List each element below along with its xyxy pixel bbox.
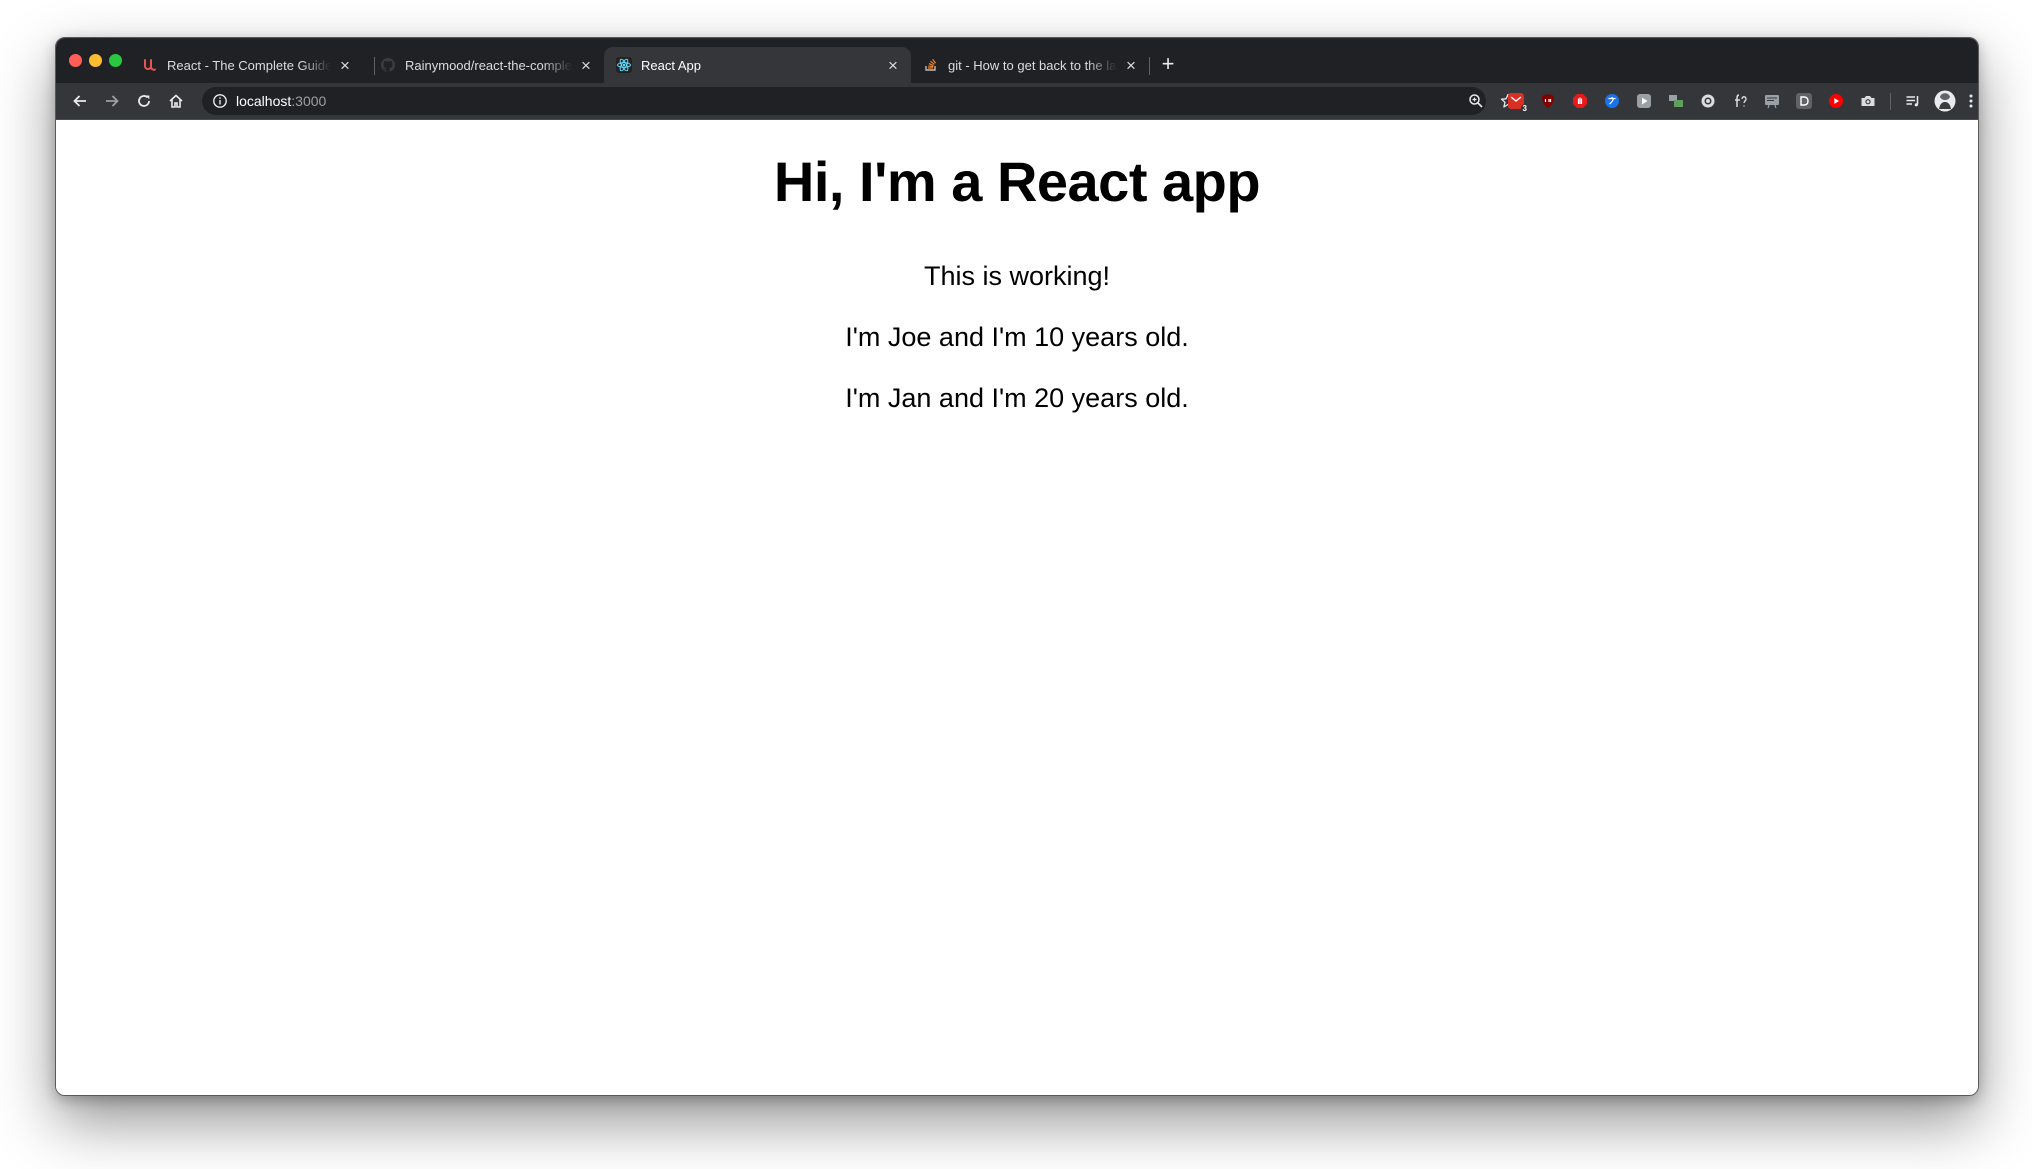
profile-avatar-button[interactable] [1933, 89, 1957, 113]
browser-menu-button[interactable] [1963, 89, 1978, 113]
d-extension-icon[interactable] [1796, 93, 1812, 109]
tab-title: Rainymood/react-the-complete-guide [405, 57, 572, 73]
tab-strip: React - The Complete Guide (incl Hooks, … [56, 38, 1978, 83]
translate-extension-icon[interactable] [1604, 93, 1620, 109]
video-extension-icon[interactable] [1636, 93, 1652, 109]
arrow-right-icon [106, 95, 119, 107]
close-icon[interactable]: × [578, 57, 594, 74]
address-port: :3000 [291, 93, 327, 109]
youtube-extension-icon[interactable] [1828, 93, 1844, 109]
screenshot-extension-icon[interactable] [1764, 93, 1780, 109]
status-text: This is working! [923, 261, 1111, 291]
close-window-button[interactable] [69, 54, 82, 67]
reload-button[interactable] [132, 89, 156, 113]
tab-udemy-react-course[interactable]: React - The Complete Guide (incl Hooks, … [130, 47, 363, 83]
info-icon[interactable] [212, 93, 228, 109]
tab-react-app[interactable]: React App × [604, 47, 911, 83]
close-icon[interactable]: × [337, 57, 353, 74]
reload-icon [138, 95, 150, 107]
home-button[interactable] [164, 89, 188, 113]
tab-manager-extension-icon[interactable] [1668, 93, 1684, 109]
person-line: I'm Joe and I'm 10 years old. [845, 322, 1189, 352]
maximize-window-button[interactable] [109, 54, 122, 67]
media-controls-button[interactable] [1901, 89, 1925, 113]
font-extension-icon[interactable] [1732, 93, 1748, 109]
person-line: I'm Jan and I'm 20 years old. [845, 383, 1189, 413]
close-icon[interactable]: × [885, 57, 901, 74]
ublock-extension-icon[interactable] [1540, 93, 1556, 109]
record-extension-icon[interactable] [1700, 93, 1716, 109]
tab-title: React - The Complete Guide (incl Hooks, … [167, 57, 331, 73]
forward-button[interactable] [100, 89, 124, 113]
new-tab-button[interactable]: + [1157, 53, 1179, 75]
udemy-icon [142, 57, 158, 73]
adblock-extension-icon[interactable] [1572, 93, 1588, 109]
gmail-checker-extension-icon[interactable]: 3 [1508, 93, 1529, 114]
arrow-left-icon [73, 95, 86, 107]
address-bar[interactable]: localhost:3000 [202, 87, 1516, 115]
playlist-icon [1906, 96, 1919, 107]
browser-toolbar: localhost:3000 3 [56, 83, 1978, 119]
zoom-icon[interactable] [1468, 93, 1484, 109]
camera-extension-icon[interactable] [1860, 93, 1876, 109]
extension-badge: 3 [1520, 104, 1529, 114]
home-icon [169, 94, 183, 108]
page-heading: Hi, I'm a React app [773, 150, 1261, 213]
minimize-window-button[interactable] [89, 54, 102, 67]
stackoverflow-icon [923, 57, 939, 73]
toolbar-divider [1890, 93, 1891, 110]
browser-window: React - The Complete Guide (incl Hooks, … [55, 37, 1979, 1096]
react-icon [616, 57, 632, 73]
page-viewport: Hi, I'm a React app This is working! I'm… [56, 120, 1978, 1095]
tab-stackoverflow[interactable]: git - How to get back to the latest comm… [911, 47, 1149, 83]
tab-separator [1149, 57, 1150, 75]
close-icon[interactable]: × [1123, 57, 1139, 74]
address-url[interactable]: localhost:3000 [236, 87, 326, 115]
tab-title: git - How to get back to the latest comm… [948, 57, 1117, 73]
github-icon [380, 57, 396, 73]
back-button[interactable] [68, 89, 92, 113]
tab-title: React App [641, 57, 701, 73]
address-host: localhost [236, 93, 292, 109]
tab-github-repo[interactable]: Rainymood/react-the-complete-guide × [368, 47, 604, 83]
avatar-icon [1934, 90, 1956, 112]
kebab-menu-icon [1969, 94, 1973, 108]
